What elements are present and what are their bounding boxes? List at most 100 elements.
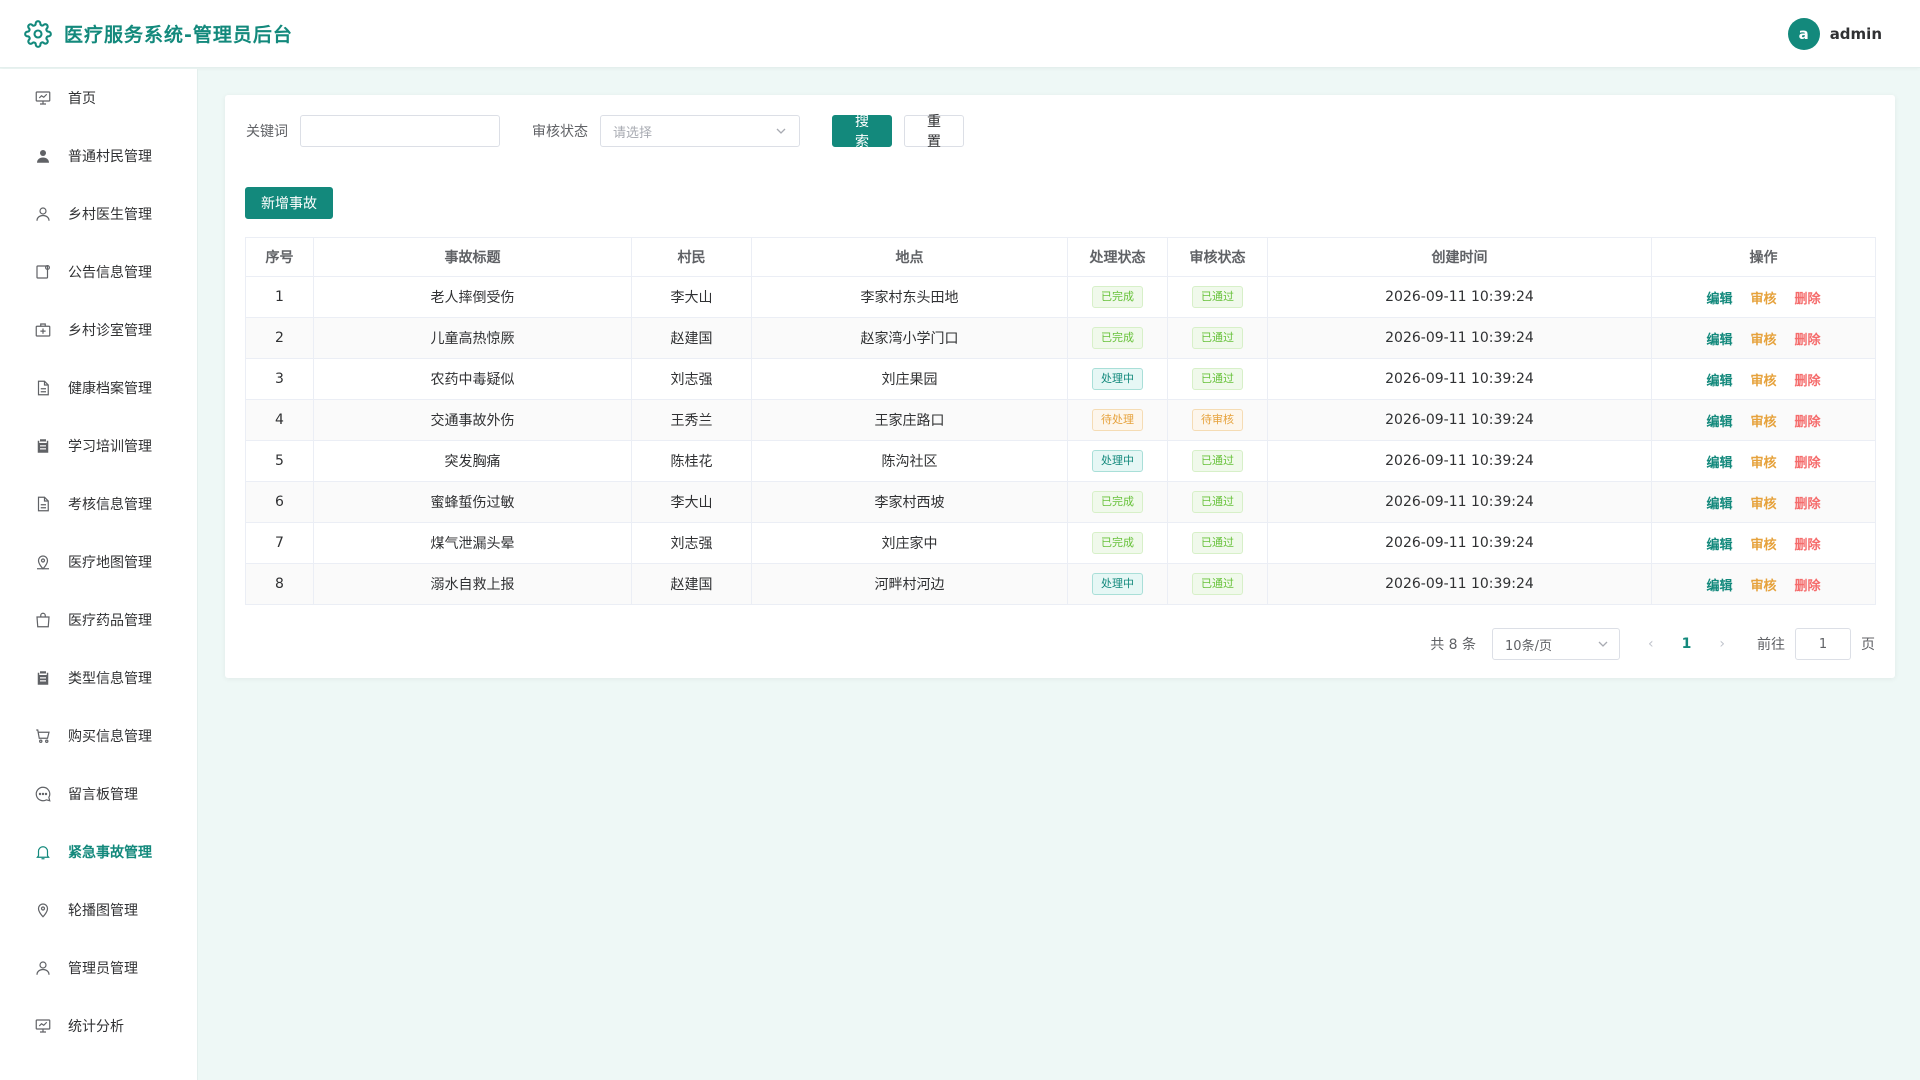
- sidebar-item-label: 医疗地图管理: [68, 555, 152, 571]
- edit-button[interactable]: 编辑: [1706, 456, 1732, 471]
- username[interactable]: admin: [1830, 25, 1882, 43]
- audit-button[interactable]: 审核: [1750, 456, 1776, 471]
- handle-status-badge: 处理中: [1092, 368, 1143, 390]
- table-row: 8 溺水自救上报 赵建国 河畔村河边 处理中 已通过 2026-09-11 10:39:24…: [245, 563, 1876, 605]
- sidebar-item-10[interactable]: 医疗药品管理: [0, 591, 197, 649]
- edit-button[interactable]: 编辑: [1706, 415, 1732, 430]
- sidebar-item-16[interactable]: 管理员管理: [0, 939, 197, 997]
- page-number-current[interactable]: 1: [1682, 636, 1692, 652]
- table-row: 5 突发胸痛 陈桂花 陈沟社区 处理中 已通过 2026-09-11 10:39:24 编辑 审…: [245, 440, 1876, 482]
- audit-status-cell: 已通过: [1167, 276, 1268, 318]
- column-header: 村民: [631, 237, 752, 277]
- sidebar-item-7[interactable]: 学习培训管理: [0, 417, 197, 475]
- keyword-input[interactable]: [300, 115, 500, 147]
- handle-status-badge: 待处理: [1092, 409, 1143, 431]
- sidebar-item-label: 轮播图管理: [68, 903, 138, 919]
- chat-icon: [34, 785, 52, 803]
- next-page-button[interactable]: ›: [1719, 636, 1725, 652]
- audit-button[interactable]: 审核: [1750, 415, 1776, 430]
- audit-status-badge: 已通过: [1192, 450, 1243, 472]
- row-number: 8: [245, 563, 314, 605]
- page-suffix: 页: [1861, 637, 1875, 653]
- gear-icon: [24, 19, 52, 48]
- prev-page-button[interactable]: ‹: [1648, 636, 1654, 652]
- handle-status-badge: 已完成: [1092, 327, 1143, 349]
- delete-button[interactable]: 删除: [1795, 579, 1821, 594]
- accident-location: 赵家湾小学门口: [751, 317, 1068, 359]
- main-card: 关键词 审核状态 请选择 搜索 重置 新增事故 序号 事故标题 村民 地点 处理…: [225, 95, 1895, 678]
- sidebar-item-5[interactable]: 乡村诊室管理: [0, 301, 197, 359]
- sidebar-item-2[interactable]: 普通村民管理: [0, 127, 197, 185]
- sidebar: 首页 普通村民管理 乡村医生管理公告信息管理 乡村诊室管理健康档案管理 学习培训管理 考核…: [0, 69, 198, 1080]
- audit-status-cell: 已通过: [1167, 358, 1268, 400]
- table-row: 1 老人摔倒受伤 李大山 李家村东头田地 已完成 已通过 2026-09-11 10:39:…: [245, 276, 1876, 318]
- total-count: 共 8 条: [1430, 637, 1477, 653]
- audit-status-select[interactable]: 请选择: [600, 115, 800, 147]
- accident-location: 河畔村河边: [751, 563, 1068, 605]
- edit-button[interactable]: 编辑: [1706, 292, 1732, 307]
- delete-button[interactable]: 删除: [1795, 333, 1821, 348]
- accident-location: 刘庄果园: [751, 358, 1068, 400]
- edit-button[interactable]: 编辑: [1706, 333, 1732, 348]
- handle-status-cell: 待处理: [1067, 399, 1168, 441]
- delete-button[interactable]: 删除: [1795, 292, 1821, 307]
- add-accident-button[interactable]: 新增事故: [245, 187, 333, 219]
- row-number: 2: [245, 317, 314, 359]
- audit-button[interactable]: 审核: [1750, 292, 1776, 307]
- audit-status-badge: 已通过: [1192, 286, 1243, 308]
- reset-button[interactable]: 重置: [904, 114, 964, 150]
- sidebar-item-label: 公告信息管理: [68, 265, 152, 281]
- edit-button[interactable]: 编辑: [1706, 374, 1732, 389]
- audit-button[interactable]: 审核: [1750, 374, 1776, 389]
- sidebar-item-13[interactable]: 留言板管理: [0, 765, 197, 823]
- handle-status-badge: 已完成: [1092, 532, 1143, 554]
- sidebar-item-label: 乡村诊室管理: [68, 323, 152, 339]
- sidebar-item-15[interactable]: 轮播图管理: [0, 881, 197, 939]
- sidebar-item-17[interactable]: 统计分析: [0, 997, 197, 1055]
- delete-button[interactable]: 删除: [1795, 456, 1821, 471]
- accident-title: 煤气泄漏头晕: [313, 522, 632, 564]
- villager-name: 王秀兰: [631, 399, 752, 441]
- sidebar-item-12[interactable]: 购买信息管理: [0, 707, 197, 765]
- sidebar-item-3[interactable]: 乡村医生管理: [0, 185, 197, 243]
- edit-button[interactable]: 编辑: [1706, 497, 1732, 512]
- delete-button[interactable]: 删除: [1795, 497, 1821, 512]
- table-row: 2 儿童高热惊厥 赵建国 赵家湾小学门口 已完成 已通过 2026-09-11 10:39:…: [245, 317, 1876, 359]
- audit-button[interactable]: 审核: [1750, 579, 1776, 594]
- sidebar-item-9[interactable]: 医疗地图管理: [0, 533, 197, 591]
- accident-location: 王家庄路口: [751, 399, 1068, 441]
- user-menu[interactable]: a admin: [1787, 18, 1882, 50]
- audit-button[interactable]: 审核: [1750, 333, 1776, 348]
- avatar[interactable]: a: [1787, 18, 1820, 50]
- sidebar-item-4[interactable]: 公告信息管理: [0, 243, 197, 301]
- row-actions: 编辑 审核 删除: [1651, 276, 1876, 318]
- handle-status-cell: 已完成: [1067, 481, 1168, 523]
- created-time: 2026-09-11 10:39:24: [1267, 276, 1652, 318]
- sidebar-item-11[interactable]: 类型信息管理: [0, 649, 197, 707]
- delete-button[interactable]: 删除: [1795, 415, 1821, 430]
- sidebar-item-8[interactable]: 考核信息管理: [0, 475, 197, 533]
- row-actions: 编辑 审核 删除: [1651, 522, 1876, 564]
- audit-button[interactable]: 审核: [1750, 497, 1776, 512]
- search-button[interactable]: 搜索: [832, 114, 892, 150]
- row-number: 1: [245, 276, 314, 318]
- audit-status-label: 审核状态: [532, 124, 588, 140]
- sidebar-item-14[interactable]: 紧急事故管理: [0, 823, 197, 881]
- edit-button[interactable]: 编辑: [1706, 538, 1732, 553]
- audit-button[interactable]: 审核: [1750, 538, 1776, 553]
- goto-page-input[interactable]: [1795, 628, 1851, 660]
- row-actions: 编辑 审核 删除: [1651, 317, 1876, 359]
- column-header: 处理状态: [1067, 237, 1168, 277]
- page-size-select[interactable]: 10条/页: [1492, 628, 1621, 660]
- delete-button[interactable]: 删除: [1795, 538, 1821, 553]
- sidebar-item-1[interactable]: 首页: [0, 69, 197, 127]
- edit-button[interactable]: 编辑: [1706, 579, 1732, 594]
- accident-title: 儿童高热惊厥: [313, 317, 632, 359]
- handle-status-badge: 已完成: [1092, 491, 1143, 513]
- delete-button[interactable]: 删除: [1795, 374, 1821, 389]
- audit-status-cell: 已通过: [1167, 440, 1268, 482]
- bell-icon: [34, 843, 52, 861]
- sidebar-item-6[interactable]: 健康档案管理: [0, 359, 197, 417]
- first-aid-kit-icon: [34, 321, 52, 339]
- audit-status-badge: 已通过: [1192, 573, 1243, 595]
